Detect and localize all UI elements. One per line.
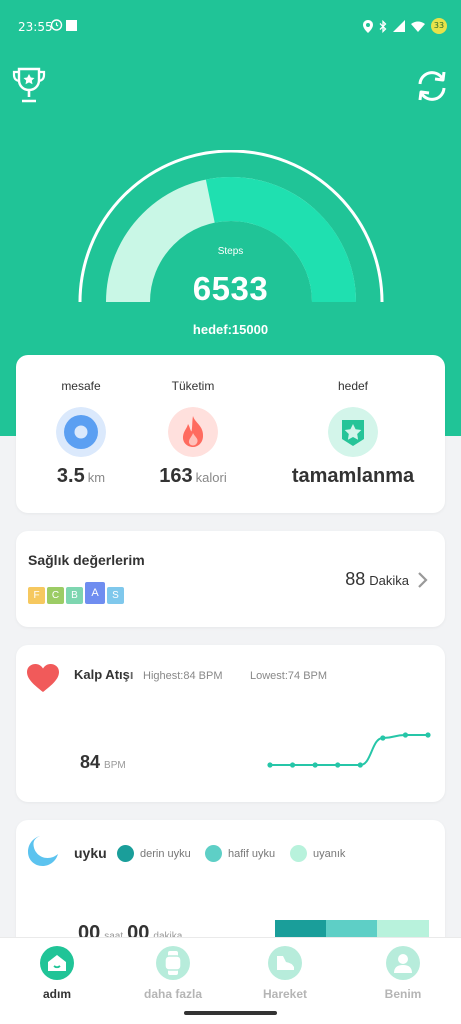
legend-awake: uyanık (290, 845, 345, 862)
health-letter-s: S (107, 587, 124, 604)
stat-distance-label: mesafe (61, 379, 101, 393)
home-icon (40, 946, 74, 980)
heart-rate-highest: Highest:84 BPM (143, 670, 223, 682)
stat-calories[interactable]: Tüketim 163 kalori (138, 355, 248, 513)
bluetooth-icon (379, 19, 387, 33)
heart-rate-lowest: Lowest:74 BPM (250, 670, 328, 682)
stat-goal-value: tamamlanma (291, 465, 415, 487)
chevron-right-icon[interactable] (417, 571, 429, 589)
heart-rate-point (357, 762, 363, 768)
stat-calories-value: 163 (159, 465, 193, 487)
legend-light-sleep-label: hafif uyku (228, 847, 276, 860)
legend-dot (117, 845, 134, 862)
nav-item-more[interactable]: daha fazla (118, 946, 228, 1001)
legend-deep-sleep: derin uyku (117, 845, 191, 862)
status-bar: 23:55 33 (0, 0, 461, 56)
steps-label: Steps (217, 246, 244, 257)
heart-rate-point (402, 732, 409, 738)
sleep-title: uyku (74, 845, 107, 861)
nav-item-activity[interactable]: Hareket (230, 946, 340, 1001)
heart-rate-point (289, 762, 296, 768)
legend-dot (290, 845, 307, 862)
heart-rate-line (269, 734, 428, 766)
alarm-icon (50, 19, 63, 31)
location-status-icon (363, 19, 373, 33)
nav-label-more: daha fazla (143, 987, 203, 1001)
heart-rate-unit: BPM (104, 760, 126, 771)
health-minutes-unit: Dakika (369, 573, 409, 588)
legend-light-sleep: hafif uyku (205, 845, 275, 862)
user-icon (386, 946, 420, 980)
heart-rate-value: 84 (80, 752, 101, 772)
heart-rate-card[interactable]: Kalp Atışı Highest:84 BPM Lowest:74 BPM … (16, 645, 445, 802)
stat-distance[interactable]: mesafe 3.5 km (26, 355, 136, 513)
battery-icon: 33 (431, 18, 447, 34)
legend-awake-label: uyanık (313, 847, 346, 860)
notification-icon (66, 20, 77, 31)
stat-calories-unit: kalori (195, 470, 227, 485)
heart-rate-point (380, 735, 386, 741)
stat-goal[interactable]: hedef tamamlanma (286, 355, 420, 513)
signal-icon (393, 20, 405, 32)
stats-card: mesafe 3.5 km Tüketim 163 kalori hedef tam… (16, 355, 445, 513)
heart-rate-point (312, 762, 318, 768)
star-badge-icon (328, 407, 378, 457)
status-icons: 33 (363, 18, 447, 34)
legend-dot (205, 845, 222, 862)
nav-label-profile: Benim (384, 987, 422, 1001)
legend-deep-sleep-label: derin uyku (140, 847, 191, 860)
steps-goal: hedef:15000 (192, 322, 269, 337)
nav-item-steps[interactable]: adım (2, 946, 112, 1001)
shoe-icon (268, 946, 302, 980)
heart-icon (27, 664, 59, 692)
stat-distance-unit: km (87, 470, 106, 485)
health-letter-f: F (28, 587, 45, 604)
health-minutes-value: 88 (345, 569, 366, 589)
health-title: Sağlık değerlerim (28, 552, 145, 568)
status-time: 23:55 (18, 20, 53, 34)
nav-label-activity: Hareket (262, 987, 308, 1001)
wifi-icon (411, 21, 425, 32)
heart-rate-title: Kalp Atışı (74, 667, 134, 682)
trophy-icon[interactable] (12, 66, 46, 104)
location-icon (56, 407, 106, 457)
stat-goal-label: hedef (337, 379, 369, 393)
heart-rate-chart (267, 732, 431, 768)
home-indicator[interactable] (184, 1011, 277, 1015)
heart-rate-point (267, 762, 273, 768)
sync-icon[interactable] (414, 68, 450, 104)
nav-label-steps: adım (42, 987, 71, 1001)
watch-icon (156, 946, 190, 980)
health-letter-a: A (85, 582, 105, 604)
health-letters: F C B A S (28, 582, 124, 604)
steps-value: 6533 (192, 270, 269, 307)
health-card[interactable]: Sağlık değerlerim F C B A S 88 Dakika (16, 531, 445, 627)
health-letter-b: B (66, 587, 83, 604)
flame-icon (168, 407, 218, 457)
heart-rate-point (335, 762, 341, 768)
sleep-card[interactable]: uyku derin uyku hafif uyku uyanık 00saat… (16, 820, 445, 950)
stat-calories-label: Tüketim (171, 379, 215, 393)
nav-item-profile[interactable]: Benim (348, 946, 458, 1001)
heart-rate-point (425, 732, 431, 738)
moon-icon (28, 836, 58, 866)
health-letter-c: C (47, 587, 64, 604)
stat-distance-value: 3.5 (56, 465, 85, 487)
